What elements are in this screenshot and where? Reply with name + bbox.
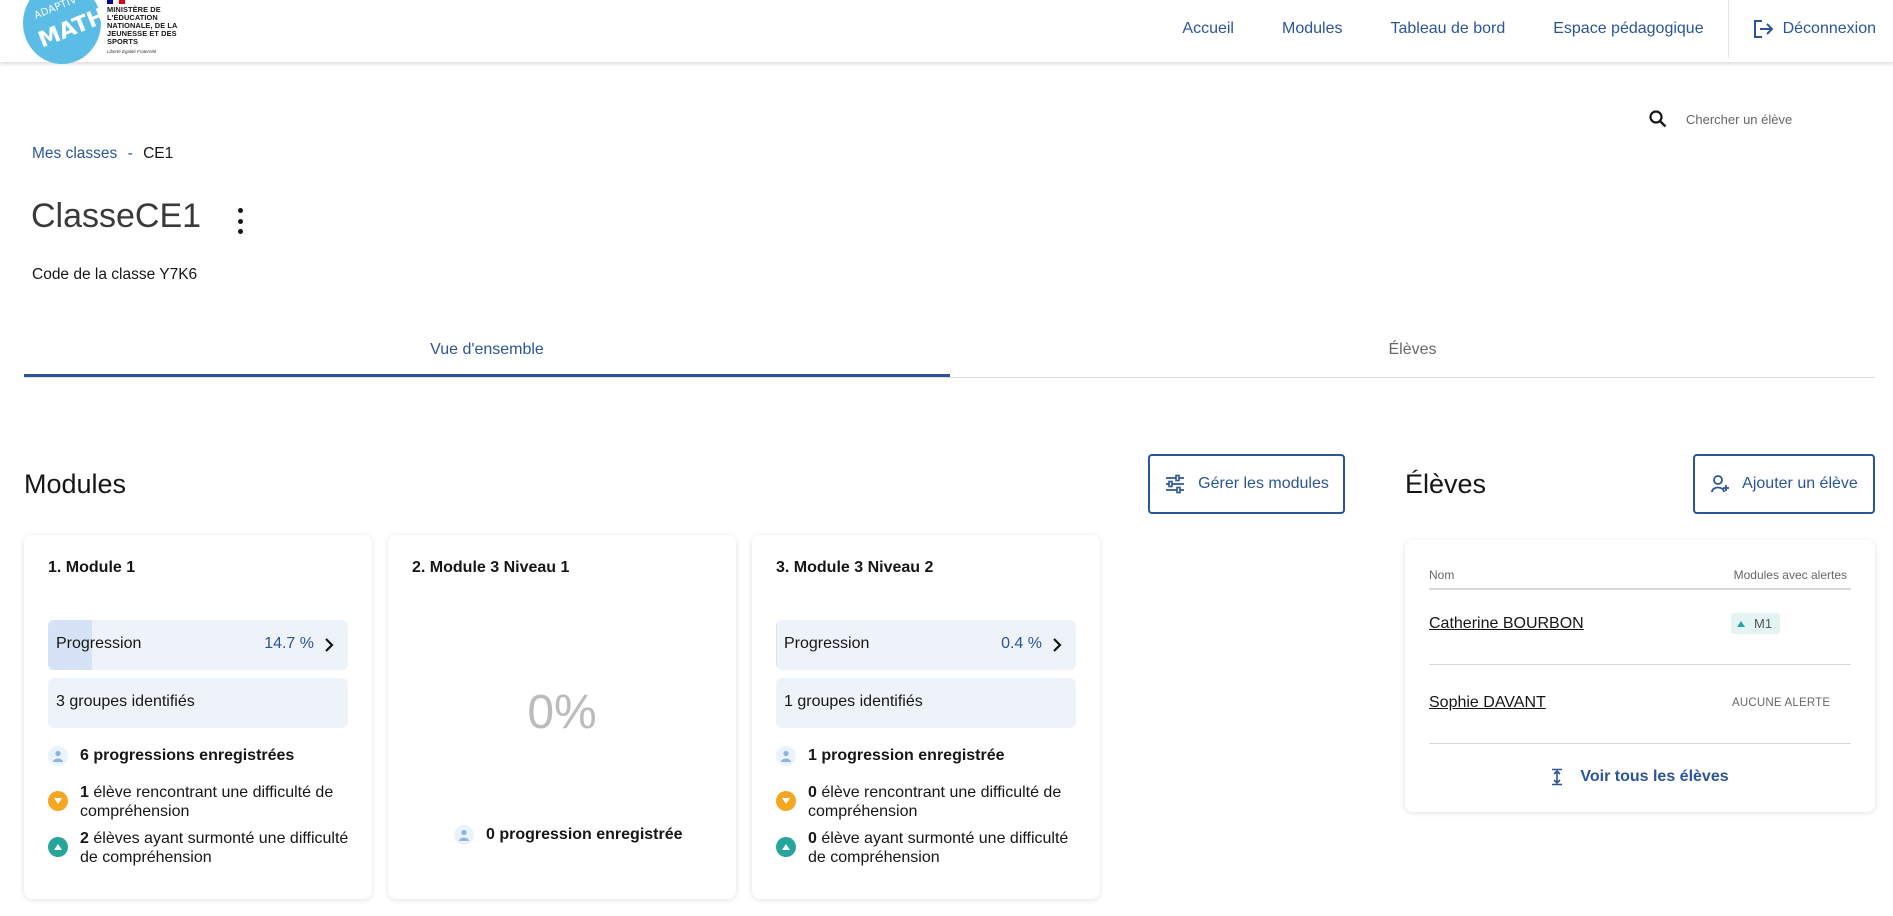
tab-overview[interactable]: Vue d'ensemble [24, 330, 950, 377]
overcome-count: 2 [80, 830, 89, 847]
difficulty-text: élève rencontrant une difficulté de comp… [80, 784, 334, 820]
search-input[interactable]: Chercher un élève [1686, 112, 1792, 127]
chevron-right-icon [1053, 638, 1062, 652]
progressions-text: 0 progression enregistrée [486, 826, 683, 843]
adaptiv-math-logo[interactable]: ADAPTIV' MATH [23, 0, 110, 64]
expand-icon [1552, 768, 1563, 786]
add-student-label: Ajouter un élève [1742, 475, 1858, 492]
difficulty-text: élève rencontrant une difficulté de comp… [808, 784, 1062, 820]
breadcrumb-separator: - [127, 145, 133, 162]
modules-heading: Modules [24, 469, 127, 499]
module-card: 1. Module 1 Progression 14.7 % 3 groupes… [24, 535, 372, 899]
students-card: Nom Modules avec alertes Catherine BOURB… [1405, 540, 1875, 812]
progressions-stat: 6 progressions enregistrées [48, 746, 350, 766]
logout-button[interactable]: Déconnexion [1729, 19, 1893, 39]
module-card: 3. Module 3 Niveau 2 Progression 0.4 % 1… [752, 535, 1100, 899]
progress-value: 14.7 % [264, 635, 314, 652]
nav-tableau-de-bord[interactable]: Tableau de bord [1366, 20, 1529, 38]
progress-value: 0.4 % [1001, 635, 1042, 652]
arrow-down-icon [48, 791, 68, 811]
nav-modules[interactable]: Modules [1258, 20, 1366, 38]
ministry-motto: Liberté Égalité Fraternité [107, 49, 157, 54]
student-row: Sophie DAVANT AUCUNE ALERTE [1429, 665, 1851, 744]
overcome-stat: 0 élève ayant surmonté une difficulté de… [776, 829, 1078, 867]
students-heading: Élèves [1405, 469, 1487, 499]
breadcrumb-current: CE1 [143, 145, 174, 162]
column-header-name: Nom [1429, 568, 1455, 582]
student-search[interactable]: Chercher un élève [1648, 109, 1792, 129]
progress-zero-percent: 0% [527, 686, 597, 739]
arrow-down-icon [776, 791, 796, 811]
chevron-right-icon [325, 638, 334, 652]
logout-label: Déconnexion [1782, 20, 1876, 37]
more-options-icon[interactable] [234, 208, 246, 234]
page-title: ClasseCE1 [31, 197, 202, 235]
see-all-students-link[interactable]: Voir tous les élèves [1405, 768, 1875, 786]
progress-bar[interactable]: Progression 14.7 % [48, 620, 348, 670]
add-student-button[interactable]: Ajouter un élève [1693, 454, 1875, 514]
breadcrumb: Mes classes - CE1 [32, 145, 173, 163]
progressions-count: 1 [808, 747, 817, 764]
sliders-icon [1166, 474, 1185, 494]
overcome-text: élève ayant surmonté une difficulté de c… [808, 830, 1069, 866]
overcome-stat: 2 élèves ayant surmonté une difficulté d… [48, 829, 350, 867]
caret-up-icon [1737, 620, 1745, 627]
alert-badge-label: M1 [1754, 616, 1773, 631]
module-title: 3. Module 3 Niveau 2 [776, 559, 934, 576]
tab-students[interactable]: Élèves [950, 330, 1875, 377]
nav-espace-pedagogique[interactable]: Espace pédagogique [1529, 20, 1727, 38]
progressions-count: 6 [80, 747, 89, 764]
tabs: Vue d'ensemble Élèves [24, 330, 1875, 378]
ministry-name: MINISTÈRE DE L'ÉDUCATION NATIONALE, DE L… [107, 5, 178, 46]
class-code: Code de la classe Y7K6 [32, 266, 198, 283]
student-name-link[interactable]: Sophie DAVANT [1429, 694, 1546, 712]
overcome-count: 0 [808, 830, 817, 847]
add-user-icon [1711, 475, 1730, 493]
student-name-link[interactable]: Catherine BOURBON [1429, 615, 1584, 633]
module-card: 2. Module 3 Niveau 1 0% 0 progression en… [388, 535, 736, 899]
arrow-up-icon [48, 837, 68, 857]
search-icon [1649, 110, 1667, 128]
column-header-alerts: Modules avec alertes [1733, 568, 1847, 582]
overcome-text: élèves ayant surmonté une difficulté de … [80, 830, 349, 866]
progress-bar[interactable]: Progression 0.4 % [776, 620, 1076, 670]
student-row: Catherine BOURBON M1 [1429, 586, 1851, 665]
difficulty-stat: 1 élève rencontrant une difficulté de co… [48, 783, 350, 821]
manage-modules-button[interactable]: Gérer les modules [1148, 454, 1345, 514]
arrow-up-icon [776, 837, 796, 857]
progressions-text: progression enregistrée [821, 747, 1005, 764]
main-nav: Accueil Modules Tableau de bord Espace p… [1158, 0, 1893, 58]
difficulty-count: 1 [80, 784, 89, 801]
difficulty-stat: 0 élève rencontrant une difficulté de co… [776, 783, 1078, 821]
nav-accueil[interactable]: Accueil [1158, 20, 1258, 38]
progressions-stat: 0 progression enregistrée [454, 825, 683, 845]
progress-fill [776, 620, 778, 670]
alert-badge[interactable]: M1 [1731, 613, 1781, 634]
breadcrumb-mes-classes[interactable]: Mes classes [32, 145, 117, 162]
progressions-stat: 1 progression enregistrée [776, 746, 1078, 766]
user-icon [48, 746, 68, 766]
groups-identified[interactable]: 1 groupes identifiés [776, 678, 1076, 728]
manage-modules-label: Gérer les modules [1198, 475, 1329, 492]
logout-icon [1753, 20, 1774, 38]
progress-label: Progression [56, 635, 142, 652]
groups-identified[interactable]: 3 groupes identifiés [48, 678, 348, 728]
user-icon [776, 746, 796, 766]
see-all-label: Voir tous les élèves [1580, 768, 1729, 785]
module-title: 1. Module 1 [48, 559, 136, 576]
progressions-text: progressions enregistrées [93, 747, 295, 764]
module-title: 2. Module 3 Niveau 1 [412, 559, 570, 576]
no-alert-label: AUCUNE ALERTE [1732, 697, 1831, 709]
difficulty-count: 0 [808, 784, 817, 801]
french-flag-icon [107, 0, 125, 4]
progress-label: Progression [784, 635, 870, 652]
user-icon [454, 825, 474, 845]
top-header: ADAPTIV' MATH MINISTÈRE DE L'ÉDUCATION N… [0, 0, 1893, 64]
